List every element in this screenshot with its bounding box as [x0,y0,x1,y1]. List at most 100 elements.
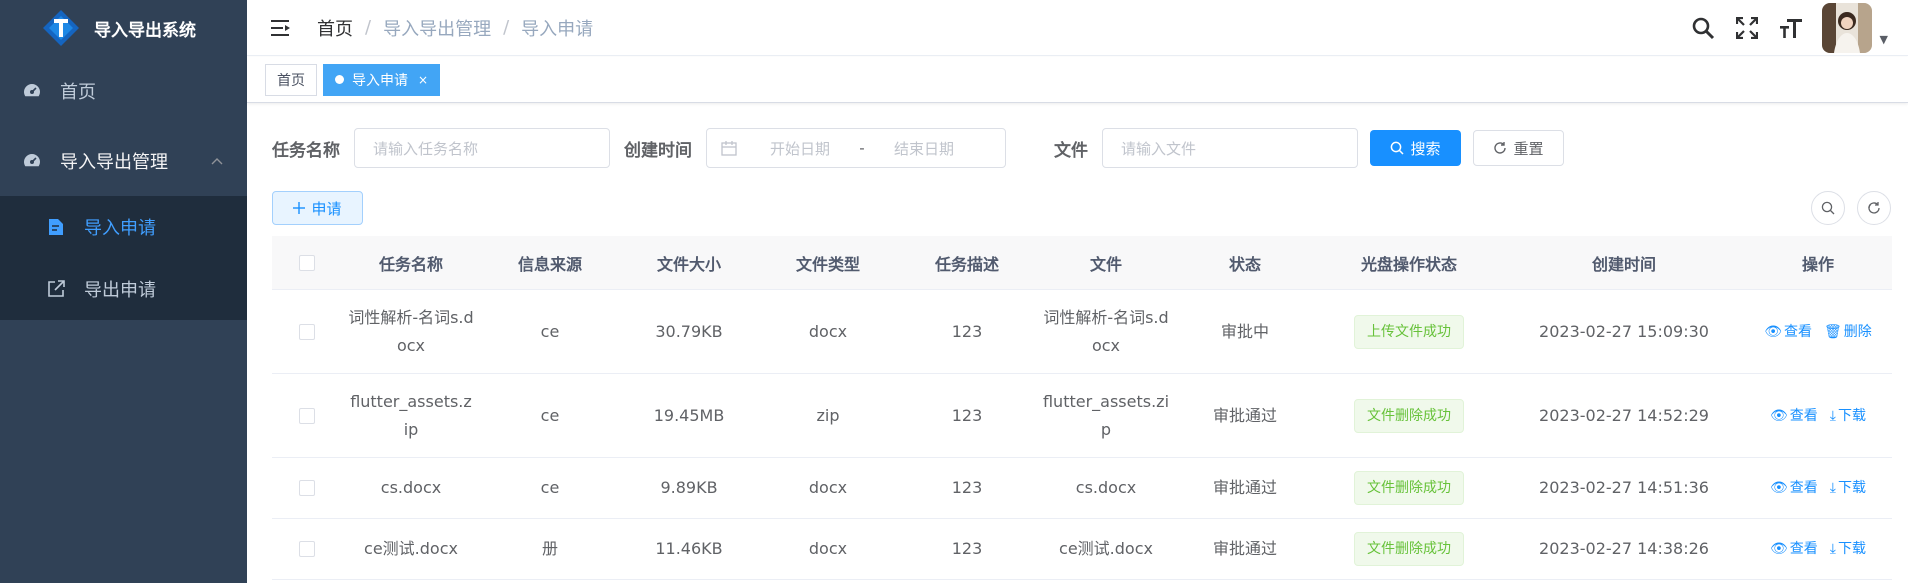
download-button[interactable]: ⤓ 下载 [1830,402,1866,430]
navbar-right: ▼ [1690,0,1888,56]
breadcrumb-home[interactable]: 首页 [317,15,353,41]
breadcrumb-import-export: 导入导出管理 [383,18,492,40]
search-icon[interactable] [1690,15,1716,41]
dashboard-icon [22,151,42,171]
row-select-cell [272,519,342,579]
row-select-cell [272,290,342,373]
search-button[interactable]: 搜索 [1370,130,1461,166]
start-date-input[interactable]: 开始日期 [753,138,847,159]
apply-button[interactable]: 申请 [272,191,363,225]
file-cell: 词性解析-名词s.docx [1043,307,1169,355]
table-row: ce测试.docx 册 11.46KB docx 123 ce测试.docx 审… [272,519,1892,580]
refresh-icon [1867,201,1881,215]
status-badge: 文件删除成功 [1354,532,1464,566]
search-button-label: 搜索 [1410,139,1441,158]
column-header: 任务描述 [934,254,999,274]
sidebar-item-import-apply[interactable]: 导入申请 [0,196,247,258]
date-range-picker[interactable]: 开始日期 - 结束日期 [706,128,1006,168]
hamburger-icon[interactable] [269,16,293,40]
size-cell: 9.89KB [660,478,718,497]
breadcrumb: 首页 / 导入导出管理 / 导入申请 [317,15,593,41]
select-all-checkbox[interactable] [299,254,315,271]
row-select-cell [272,458,342,518]
plus-icon [293,202,306,214]
disc-status-cell: 文件删除成功 [1314,519,1504,579]
view-label: 查看 [1789,541,1818,557]
tag-import-apply[interactable]: 导入申请 × [323,63,441,96]
file-cell: flutter_assets.zip [1042,391,1170,439]
view-button[interactable]: 👁 查看 [1770,535,1818,563]
file-input[interactable]: 请输入文件 [1102,128,1358,168]
download-button[interactable]: ⤓ 下载 [1830,474,1866,502]
eye-icon: 👁 [1764,323,1782,340]
view-button[interactable]: 👁 查看 [1764,318,1812,346]
file-label: 文件 [1054,140,1088,161]
breadcrumb-current: 导入申请 [521,18,594,40]
task-name-input[interactable]: 请输入任务名称 [354,128,610,168]
chevron-up-icon [211,154,223,169]
row-checkbox[interactable] [299,480,315,496]
download-button[interactable]: ⤓ 下载 [1830,535,1866,563]
row-checkbox[interactable] [299,323,315,340]
sidebar-item-export-apply[interactable]: 导出申请 [0,258,247,320]
disc-status-cell: 文件删除成功 [1314,458,1504,518]
type-cell: docx [808,478,848,497]
trash-icon: 🗑 [1824,323,1842,340]
view-button[interactable]: 👁 查看 [1770,474,1818,502]
search-icon [1821,201,1835,215]
submenu-import-export: 导入申请 导出申请 [0,196,247,320]
fullscreen-icon[interactable] [1734,15,1760,41]
select-all-cell [272,236,342,289]
refresh-table-button[interactable] [1857,191,1891,225]
eye-icon: 👁 [1770,541,1788,557]
size-cell: 11.46KB [655,539,723,558]
sidebar-item-label: 首页 [60,82,96,103]
status-cell: 审批通过 [1212,539,1277,558]
sidebar-item-import-export[interactable]: 导入导出管理 [0,126,247,196]
breadcrumb-separator: / [503,17,510,38]
file-placeholder: 请输入文件 [1121,139,1197,158]
reset-button[interactable]: 重置 [1473,130,1564,166]
dashboard-icon [22,81,42,101]
logo[interactable]: 导入导出系统 [0,0,247,56]
sidebar-item-home[interactable]: 首页 [0,56,247,126]
source-cell: ce [540,405,560,425]
sidebar-item-label: 导出申请 [84,280,156,301]
task-name-cell: ce测试.docx [364,539,458,558]
sidebar-item-label: 导入申请 [84,218,156,239]
breadcrumb-separator: / [365,17,372,38]
view-button[interactable]: 👁 查看 [1770,402,1818,430]
source-cell: ce [540,321,560,341]
create-time-label: 创建时间 [624,140,692,161]
status-cell: 审批通过 [1212,478,1277,497]
row-checkbox[interactable] [299,407,315,424]
toggle-search-button[interactable] [1811,191,1845,225]
delete-button[interactable]: 🗑 删除 [1824,318,1872,346]
file-cell: cs.docx [1075,478,1137,497]
font-size-icon[interactable] [1778,15,1804,41]
view-label: 查看 [1789,480,1818,496]
avatar[interactable] [1821,3,1872,53]
tag-label: 首页 [277,72,305,89]
sidebar-item-label: 导入导出管理 [60,152,168,173]
source-cell: ce [540,478,560,497]
download-icon: ⤓ [1829,541,1836,557]
row-checkbox[interactable] [299,541,315,557]
type-cell: docx [808,539,848,558]
tag-home[interactable]: 首页 [265,63,317,96]
refresh-icon [1493,141,1507,155]
table-row: flutter_assets.zip ce 19.45MB zip 123 fl… [272,374,1892,458]
task-name-cell: 词性解析-名词s.docx [348,307,474,355]
close-icon[interactable]: × [418,73,428,87]
column-header: 操作 [1801,254,1834,274]
disc-status-cell: 文件删除成功 [1314,374,1504,457]
actions-cell: 👁 查看 ⤓ 下载 [1744,519,1892,579]
caret-down-icon[interactable]: ▼ [1880,33,1888,46]
logo-icon [42,9,80,47]
status-cell: 审批通过 [1212,405,1277,425]
time-cell: 2023-02-27 14:38:26 [1539,539,1709,558]
type-cell: docx [808,321,848,341]
task-name-label: 任务名称 [272,140,340,161]
column-header: 文件 [1089,254,1122,274]
end-date-input[interactable]: 结束日期 [877,138,971,159]
